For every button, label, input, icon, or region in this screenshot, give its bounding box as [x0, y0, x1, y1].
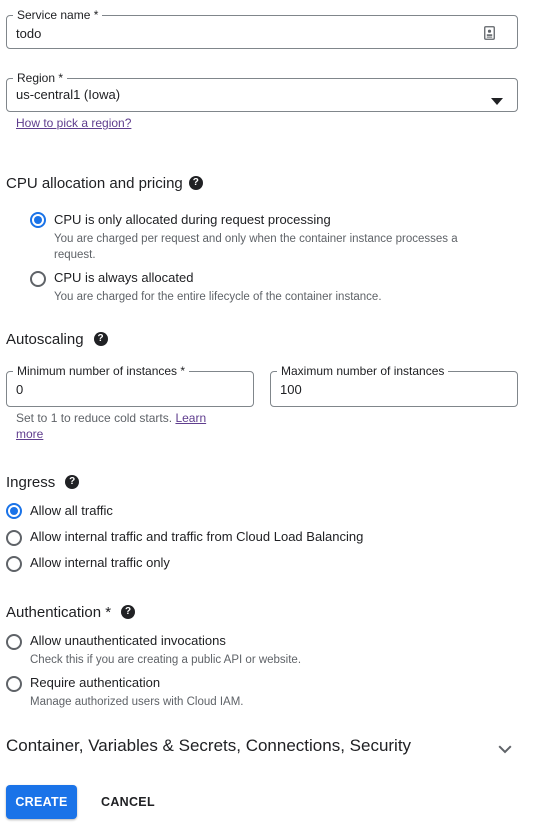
advanced-settings-expander[interactable]: Container, Variables & Secrets, Connecti…	[0, 732, 541, 760]
cpu-option-always-desc: You are charged for the entire lifecycle…	[54, 291, 382, 303]
max-instances-value: 100	[280, 382, 302, 397]
cpu-option-request-desc: You are charged per request and only whe…	[54, 233, 458, 261]
auth-option-unauthenticated-label: Allow unauthenticated invocations	[30, 633, 226, 648]
service-name-field[interactable]: Service name * todo	[6, 7, 518, 49]
id-badge-icon[interactable]	[484, 26, 495, 40]
how-to-pick-region-link[interactable]: How to pick a region?	[16, 115, 131, 131]
service-name-label: Service name *	[13, 7, 103, 23]
auth-option-require-desc: Manage authorized users with Cloud IAM.	[30, 696, 244, 708]
create-button[interactable]: CREATE	[6, 785, 77, 819]
radio-cpu-request[interactable]	[30, 212, 46, 228]
autoscaling-title-text: Autoscaling	[6, 331, 84, 348]
region-select[interactable]: Region * us-central1 (Iowa)	[6, 70, 518, 112]
ingress-section-title: Ingress?	[6, 473, 80, 493]
authentication-section-title: Authentication *?	[6, 603, 136, 623]
radio-ingress-internal[interactable]	[6, 556, 22, 572]
help-icon[interactable]: ?	[121, 605, 136, 620]
ingress-title-text: Ingress	[6, 474, 56, 491]
region-value: us-central1 (Iowa)	[16, 87, 121, 102]
help-icon[interactable]: ?	[65, 475, 80, 490]
service-name-value: todo	[16, 26, 42, 41]
max-instances-label: Maximum number of instances	[277, 363, 449, 379]
help-icon[interactable]: ?	[188, 176, 203, 191]
ingress-option-internal-lb-label: Allow internal traffic and traffic from …	[30, 529, 364, 544]
min-instances-label: Minimum number of instances *	[13, 363, 190, 379]
cpu-option-always-label: CPU is always allocated	[54, 270, 194, 285]
dropdown-arrow-icon[interactable]	[491, 92, 503, 105]
cancel-button[interactable]: CANCEL	[95, 785, 161, 819]
radio-cpu-always[interactable]	[30, 271, 46, 287]
min-instances-hint: Set to 1 to reduce cold starts. Learn mo…	[16, 410, 226, 442]
autoscaling-section-title: Autoscaling?	[6, 330, 108, 350]
ingress-option-internal-label: Allow internal traffic only	[30, 555, 170, 570]
max-instances-field[interactable]: Maximum number of instances 100	[270, 363, 518, 407]
radio-ingress-internal-lb[interactable]	[6, 530, 22, 546]
auth-option-unauthenticated-desc: Check this if you are creating a public …	[30, 654, 302, 666]
cpu-option-request-label: CPU is only allocated during request pro…	[54, 212, 331, 227]
ingress-option-all-label: Allow all traffic	[30, 503, 113, 518]
cpu-title-text: CPU allocation and pricing	[6, 175, 183, 192]
cpu-section-title: CPU allocation and pricing?	[6, 174, 203, 194]
min-instances-field[interactable]: Minimum number of instances * 0	[6, 363, 254, 407]
auth-option-require-label: Require authentication	[30, 675, 161, 690]
radio-allow-unauthenticated[interactable]	[6, 634, 22, 650]
advanced-settings-title: Container, Variables & Secrets, Connecti…	[6, 736, 412, 755]
authentication-title-text: Authentication *	[6, 604, 112, 621]
help-icon[interactable]: ?	[93, 332, 108, 347]
min-instances-hint-text: Set to 1 to reduce cold starts.	[16, 411, 173, 425]
radio-ingress-all[interactable]	[6, 503, 22, 519]
chevron-down-icon[interactable]	[498, 741, 512, 754]
radio-require-authentication[interactable]	[6, 676, 22, 692]
region-label: Region *	[13, 70, 68, 86]
min-instances-value: 0	[16, 382, 24, 397]
